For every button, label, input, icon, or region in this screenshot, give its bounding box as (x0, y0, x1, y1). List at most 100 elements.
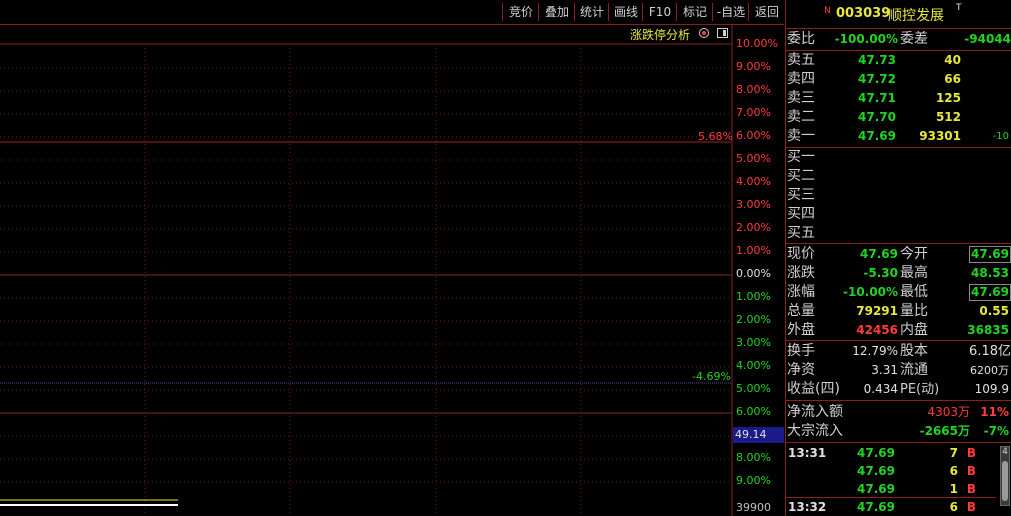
new-stock-badge: N (824, 6, 831, 16)
flow-pct: -7% (983, 424, 1009, 438)
axis-label: 5.00% (736, 152, 771, 165)
stat-row-outer-inner: 外盘 42456 内盘 36835 (787, 321, 1011, 340)
tick-time: 13:31 (788, 446, 827, 460)
panel-toggle-icon[interactable] (717, 28, 728, 38)
sell-price: 47.70 (858, 110, 896, 124)
statistics-button[interactable]: 统计 (574, 3, 609, 21)
back-button[interactable]: 返回 (748, 3, 785, 21)
weicha-label: 委差 (900, 31, 928, 47)
sell-volume: 40 (944, 53, 961, 67)
sell-label: 卖三 (787, 90, 815, 106)
limit-analysis-label[interactable]: 涨跌停分析 (630, 26, 690, 43)
buy-label: 买二 (787, 168, 815, 184)
fund-value: 6.18亿 (969, 344, 1011, 359)
sell-volume: 125 (935, 91, 961, 105)
tick-volume: 6 (949, 500, 958, 514)
stat-value: 42456 (856, 323, 898, 337)
weibi-label: 委比 (787, 31, 815, 47)
intraday-chart[interactable]: 涨跌停分析 10.00% 9.00% 8.00% 7.00% 6.00% 5.0… (0, 25, 784, 516)
flow-label: 净流入额 (787, 404, 843, 420)
buy-label: 买一 (787, 149, 815, 165)
fund-value: 6200万 (970, 364, 1009, 377)
tick-scrollbar[interactable]: 4 (1000, 446, 1010, 506)
tick-direction: B (966, 482, 976, 496)
stat-row-change: 涨跌 -5.30 最高 48.53 (787, 264, 1011, 283)
axis-label: 9.00% (736, 474, 771, 487)
stat-label: 最低 (900, 284, 928, 300)
buy-label: 买五 (787, 225, 815, 241)
flow-label: 大宗流入 (787, 423, 843, 439)
trade-flag: T (956, 3, 962, 13)
weicha-value: -94044 (964, 32, 1011, 46)
sell-price: 47.69 (858, 129, 896, 143)
sell-label: 卖四 (787, 71, 815, 87)
axis-label: 3.00% (736, 336, 771, 349)
fund-label: 流通 (900, 362, 928, 378)
tick-direction: B (966, 500, 976, 514)
stat-label: 总量 (787, 303, 815, 319)
axis-label: 2.00% (736, 313, 771, 326)
axis-label: 6.00% (736, 405, 771, 418)
tick-volume: 7 (949, 446, 958, 460)
sell-volume: 93301 (919, 129, 961, 143)
tick-volume: 1 (949, 482, 958, 496)
remove-watchlist-button[interactable]: -自选 (712, 3, 749, 21)
sell-level-4: 卖四 47.72 66 (787, 70, 1011, 89)
fund-label: 换手 (787, 343, 815, 359)
tick-price: 47.69 (857, 446, 895, 460)
stat-label: 量比 (900, 303, 928, 319)
axis-label: 1.00% (736, 290, 771, 303)
tick-direction: B (966, 464, 976, 478)
bidding-button[interactable]: 竞价 (502, 3, 539, 21)
volume-max-label: 39900 (736, 501, 771, 514)
stat-label: 外盘 (787, 322, 815, 338)
buy-label: 买三 (787, 187, 815, 203)
sell-level-2: 卖二 47.70 512 (787, 108, 1011, 127)
stat-value: -5.30 (863, 266, 898, 280)
stat-value: 36835 (967, 323, 1009, 337)
sell-level-3: 卖三 47.71 125 (787, 89, 1011, 108)
high-marker-label: 5.68% (698, 130, 733, 143)
stat-label: 涨幅 (787, 284, 815, 300)
axis-label-zero: 0.00% (736, 267, 771, 280)
f10-button[interactable]: F10 (642, 3, 677, 21)
stat-value: 0.55 (979, 304, 1009, 318)
record-icon[interactable] (699, 28, 709, 38)
sell-label: 卖一 (787, 128, 815, 144)
fund-value: 0.434 (863, 382, 898, 396)
stat-label: 现价 (787, 246, 815, 262)
buy-level-1: 买一 (787, 148, 815, 167)
stock-code: 003039 (836, 6, 891, 21)
stat-row-price: 现价 47.69 今开 47.69 (787, 245, 1011, 264)
fund-label: 股本 (900, 343, 928, 359)
stat-value: 47.69 (969, 246, 1011, 263)
flow-value: 4303万 (927, 405, 970, 419)
fund-row-eps: 收益(四) 0.434 PE(动) 109.9 (787, 380, 1011, 399)
axis-label: 4.00% (736, 175, 771, 188)
tick-scroll-thumb[interactable] (1002, 461, 1008, 501)
axis-label: 9.00% (736, 60, 771, 73)
sell-change: -10 (992, 131, 1009, 142)
axis-label: 10.00% (736, 37, 778, 50)
sell-label: 卖二 (787, 109, 815, 125)
sell-volume: 66 (944, 72, 961, 86)
stat-label: 最高 (900, 265, 928, 281)
sell-level-5: 卖五 47.73 40 (787, 51, 1011, 70)
overlay-button[interactable]: 叠加 (538, 3, 575, 21)
draw-line-button[interactable]: 画线 (608, 3, 643, 21)
buy-level-4: 买四 (787, 205, 815, 224)
weibi-value: -100.00% (834, 32, 898, 46)
axis-label: 7.00% (736, 106, 771, 119)
tick-price: 47.69 (857, 482, 895, 496)
chart-toolbar: 竞价 叠加 统计 画线 F10 标记 -自选 返回 (0, 0, 784, 25)
stat-value: 48.53 (971, 266, 1009, 280)
buy-level-5: 买五 (787, 224, 815, 243)
stat-value: 47.69 (969, 284, 1011, 301)
axis-label: 8.00% (736, 451, 771, 464)
mark-button[interactable]: 标记 (676, 3, 713, 21)
fund-value: 109.9 (974, 382, 1009, 396)
quote-panel: N 003039 顺控发展 T 委比 -100.00% 委差 -94044 卖五… (785, 0, 1011, 516)
axis-label: 1.00% (736, 244, 771, 257)
weibi-row: 委比 -100.00% 委差 -94044 (787, 30, 1011, 49)
tick-row: 47.69 6 B (788, 462, 998, 480)
